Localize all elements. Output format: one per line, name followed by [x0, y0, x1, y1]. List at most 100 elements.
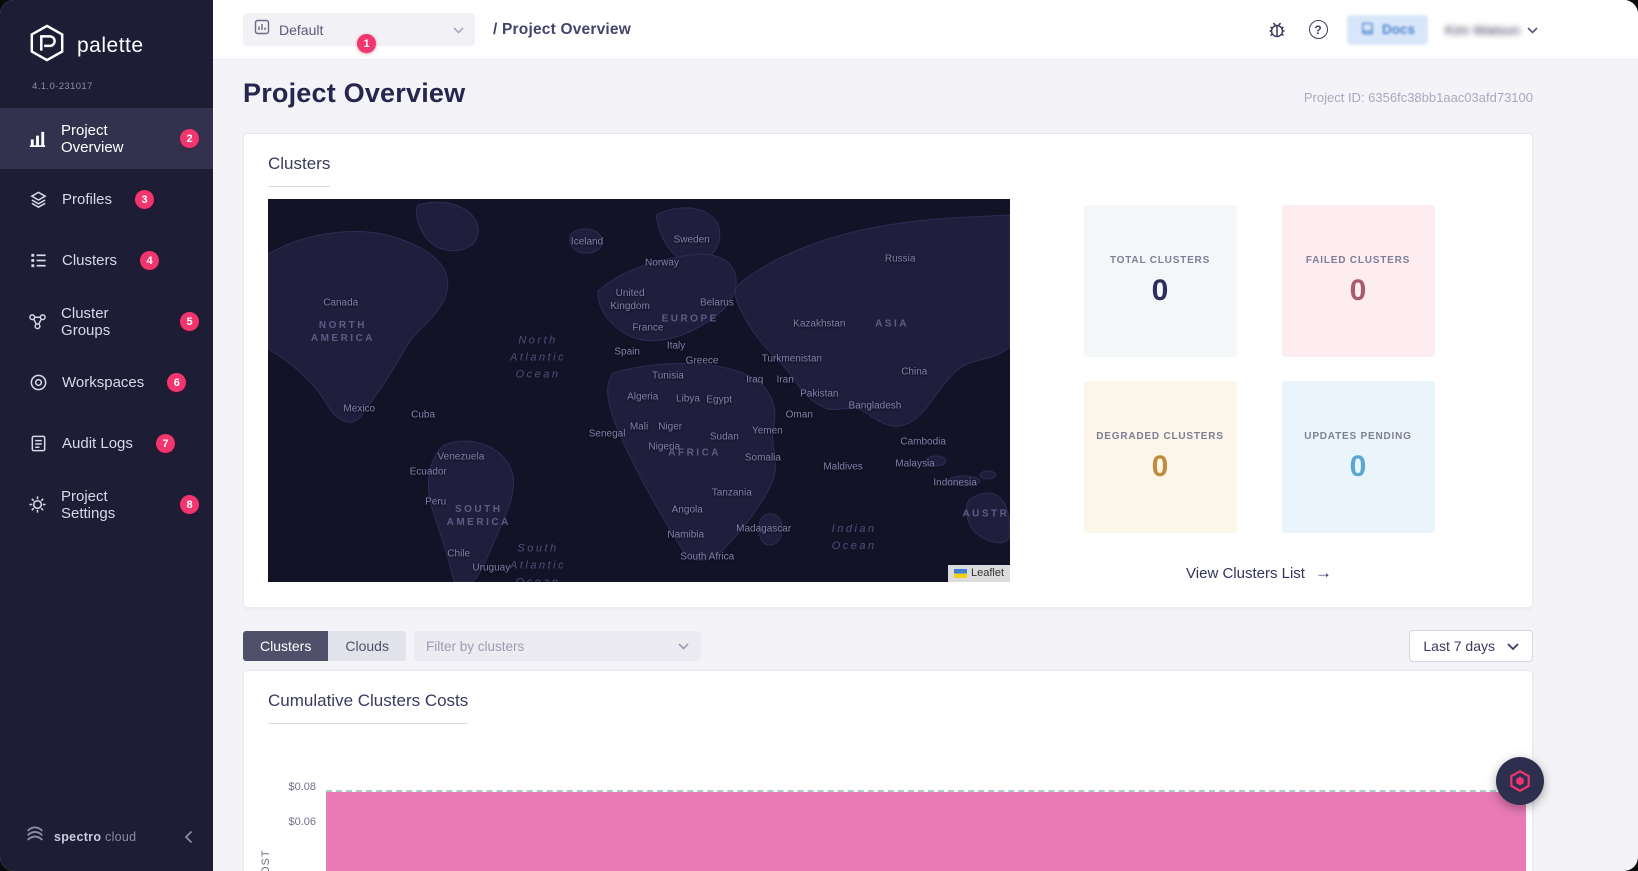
sidebar-item-project-overview[interactable]: Project Overview 2 — [0, 108, 213, 169]
map-label: Iraq — [746, 374, 764, 386]
filter-bar: Clusters Clouds Filter by clusters Last … — [243, 630, 1533, 662]
dashed-threshold-line — [326, 790, 1526, 792]
spectro-flame-icon — [1510, 770, 1530, 792]
map-label: Russia — [884, 253, 916, 265]
user-name: Kim Watson — [1445, 21, 1520, 38]
map-label: Somalia — [744, 452, 781, 464]
sidebar-item-profiles[interactable]: Profiles 3 — [0, 169, 213, 230]
docs-button[interactable]: Docs — [1347, 14, 1429, 45]
sidebar-item-label: Project Settings — [61, 487, 116, 522]
costs-chart-card: Cumulative Clusters Costs COST $0.08 $0.… — [243, 670, 1533, 871]
app-window: palette 4.1.0-231017 Project Overview 2 — [0, 0, 1638, 871]
chevron-down-icon — [678, 642, 689, 650]
map-label: North Atlantic Ocean — [510, 334, 567, 381]
y-axis-label: COST — [260, 849, 272, 871]
map-label: Sweden — [673, 234, 710, 246]
sidebar-item-label: Profiles — [62, 191, 113, 208]
date-range-dropdown[interactable]: Last 7 days — [1409, 630, 1533, 662]
map-label: SOUTH AMERICA — [446, 504, 511, 529]
map-label: Cambodia — [900, 436, 946, 448]
map-label: Spain — [614, 346, 640, 358]
map-label: Sudan — [709, 431, 739, 443]
map-label: France — [632, 322, 664, 334]
map-label: Turkmenistan — [761, 353, 822, 365]
tab-clusters[interactable]: Clusters — [243, 631, 329, 661]
chevron-down-icon — [1507, 638, 1519, 654]
map-label: Venezuela — [437, 451, 485, 463]
annotation-badge-2: 2 — [180, 129, 199, 148]
view-tabs: Clusters Clouds — [243, 631, 406, 661]
y-tick: $0.06 — [288, 816, 316, 828]
chart-box-icon — [254, 19, 270, 40]
map-label: Namibia — [667, 529, 705, 541]
brand: palette — [0, 0, 213, 71]
map-label: Uruguay — [472, 562, 511, 574]
view-clusters-list-link[interactable]: View Clusters List → — [1186, 563, 1332, 583]
layers-icon — [28, 190, 48, 210]
map-label: Cuba — [411, 409, 436, 421]
y-tick: $0.08 — [288, 781, 316, 793]
stat-tile-updates-pending: UPDATES PENDING 0 — [1281, 381, 1435, 533]
map-label: Kazakhstan — [793, 318, 846, 330]
map-label: Pakistan — [800, 388, 839, 400]
map-label: AUSTRALIA — [962, 508, 1010, 520]
filter-by-clusters-dropdown[interactable]: Filter by clusters — [413, 631, 701, 661]
nodes-icon — [28, 312, 47, 332]
map-label: Chile — [447, 548, 471, 560]
annotation-badge-3: 3 — [135, 190, 155, 209]
map-label: South Africa — [680, 551, 735, 563]
sidebar-item-audit-logs[interactable]: Audit Logs 7 — [0, 413, 213, 474]
version-label: 4.1.0-231017 — [32, 81, 93, 92]
map-label: NORTH AMERICA — [310, 319, 376, 344]
page-head: Project Overview Project ID: 6356fc38bb1… — [243, 78, 1533, 109]
map-label: ASIA — [875, 318, 909, 330]
cluster-stats: TOTAL CLUSTERS 0 FAILED CLUSTERS 0 DEGRA… — [1010, 199, 1508, 583]
map-label: Tunisia — [652, 370, 684, 382]
stat-tile-total-clusters: TOTAL CLUSTERS 0 — [1083, 205, 1237, 357]
project-selector-dropdown[interactable]: Default 1 — [243, 13, 475, 53]
help-icon[interactable]: ? — [1306, 18, 1330, 42]
sidebar: palette 4.1.0-231017 Project Overview 2 — [0, 0, 213, 871]
sidebar-collapse-button[interactable] — [184, 830, 193, 844]
sidebar-nav: Project Overview 2 Profiles 3 Clusters 4… — [0, 108, 213, 535]
stat-tile-degraded-clusters: DEGRADED CLUSTERS 0 — [1083, 381, 1237, 533]
chevron-down-icon — [1527, 21, 1538, 39]
chart-title: Cumulative Clusters Costs — [268, 691, 469, 724]
map-label: Niger — [658, 421, 683, 433]
bug-report-icon[interactable] — [1265, 18, 1289, 42]
map-label: United Kingdom — [610, 288, 650, 313]
map-attribution[interactable]: Leaflet — [947, 565, 1010, 582]
project-id: Project ID: 6356fc38bb1aac03afd73100 — [1303, 90, 1533, 105]
sidebar-item-workspaces[interactable]: Workspaces 6 — [0, 352, 213, 413]
assistant-fab[interactable] — [1496, 757, 1544, 805]
map-label: Mali — [629, 421, 649, 433]
map-label: Norway — [645, 257, 679, 269]
spectro-cloud-logo-icon — [24, 824, 46, 849]
brand-name: palette — [77, 33, 144, 57]
map-label: Yemen — [751, 425, 783, 437]
chart-plot-area — [326, 764, 1526, 871]
map-label: Libya — [676, 393, 700, 405]
sidebar-item-clusters[interactable]: Clusters 4 — [0, 230, 213, 291]
annotation-badge-8: 8 — [180, 495, 199, 514]
world-map[interactable]: Iceland Sweden Norway Russia Canada United Ki… — [268, 199, 1010, 582]
user-menu[interactable]: Kim Watson — [1445, 21, 1538, 39]
document-icon — [28, 434, 48, 454]
annotation-badge-4: 4 — [140, 251, 160, 270]
map-label: Iran — [776, 374, 794, 386]
map-label: Mexico — [343, 403, 376, 415]
sidebar-item-cluster-groups[interactable]: Cluster Groups 5 — [0, 291, 213, 352]
palette-logo-icon — [28, 24, 66, 67]
bar-chart-icon — [28, 129, 47, 149]
map-label: China — [901, 366, 928, 378]
tab-clouds[interactable]: Clouds — [328, 631, 406, 661]
sidebar-item-project-settings[interactable]: Project Settings 8 — [0, 474, 213, 535]
list-icon — [28, 251, 48, 271]
annotation-badge-1: 1 — [357, 34, 376, 53]
map-label: Bangladesh — [848, 400, 902, 412]
annotation-badge-6: 6 — [167, 373, 187, 392]
map-label: Egypt — [706, 394, 732, 406]
map-label: Greece — [685, 355, 719, 367]
top-bar: Default 1 / Project Overview ? Docs Kim … — [213, 0, 1638, 60]
map-label: EUROPE — [661, 313, 719, 325]
